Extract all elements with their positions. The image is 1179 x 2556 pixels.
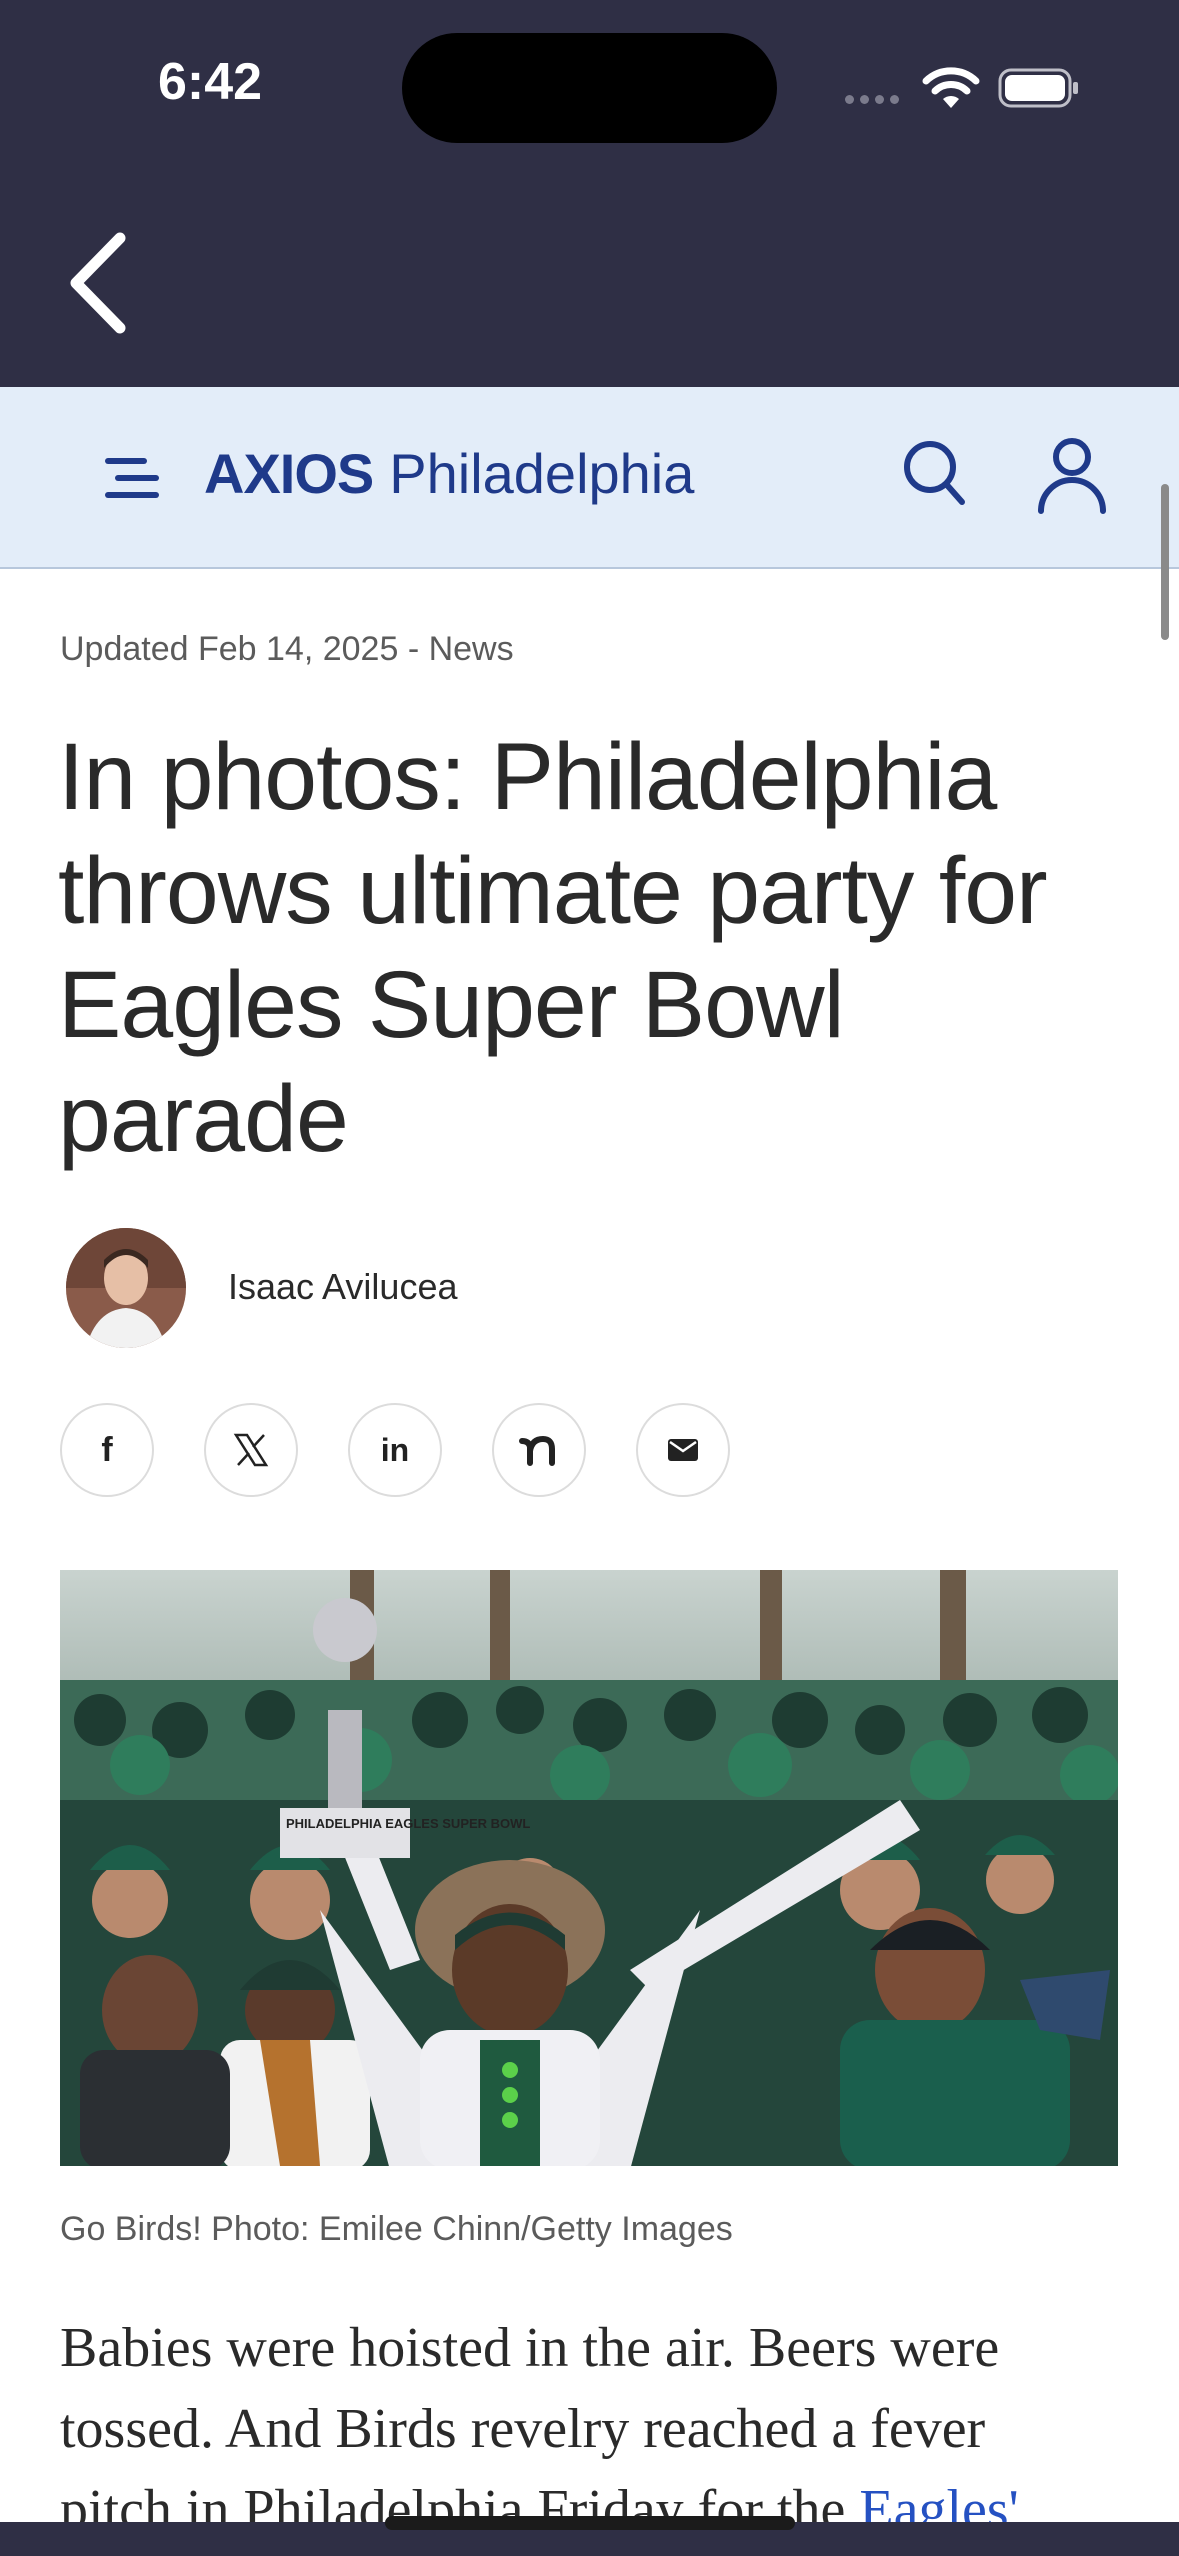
search-icon[interactable] [902, 439, 968, 509]
cellular-signal-icon [845, 95, 899, 104]
hero-photo[interactable]: PHILADELPHIA EAGLES SUPER BOWL [60, 1570, 1118, 2166]
logo-brand: AXIOS [204, 442, 374, 505]
linkedin-icon: in [380, 1431, 410, 1468]
share-nextdoor-button[interactable] [492, 1403, 586, 1497]
article-body: Babies were hoisted in the air. Beers we… [60, 2308, 1130, 2551]
dynamic-island [402, 33, 777, 143]
body-line: Babies were hoisted in the air. Beers we… [60, 2317, 1000, 2379]
site-logo[interactable]: AXIOS Philadelphia [204, 441, 694, 506]
status-time: 6:42 [158, 53, 263, 111]
photo-caption: Go Birds! Photo: Emilee Chinn/Getty Imag… [60, 2210, 733, 2248]
battery-icon [998, 68, 1078, 108]
scrollbar[interactable] [1161, 484, 1169, 640]
author-avatar[interactable] [66, 1228, 186, 1348]
share-email-button[interactable] [636, 1403, 730, 1497]
author-name[interactable]: Isaac Avilucea [228, 1266, 457, 1308]
menu-icon[interactable] [104, 455, 160, 501]
nextdoor-icon [519, 1435, 555, 1466]
share-x-button[interactable] [204, 1403, 298, 1497]
body-line: tossed. And Birds revelry reached a feve… [60, 2398, 986, 2460]
site-header: AXIOS Philadelphia [0, 387, 1179, 569]
trophy-text: PHILADELPHIA EAGLES SUPER BOWL [286, 1816, 530, 1831]
facebook-icon: f [101, 1430, 113, 1469]
email-icon [668, 1439, 698, 1461]
x-icon [233, 1433, 269, 1467]
logo-city: Philadelphia [389, 442, 695, 505]
app-nav-bar: 6:42 [0, 0, 1179, 387]
share-facebook-button[interactable]: f [60, 1403, 154, 1497]
account-icon[interactable] [1036, 437, 1108, 515]
share-linkedin-button[interactable]: in [348, 1403, 442, 1497]
article-meta: Updated Feb 14, 2025 - News [60, 630, 514, 668]
wifi-icon [922, 67, 980, 108]
home-indicator[interactable] [385, 2516, 795, 2530]
back-button[interactable] [60, 228, 140, 338]
article-headline: In photos: Philadelphia throws ultimate … [58, 724, 1048, 1172]
